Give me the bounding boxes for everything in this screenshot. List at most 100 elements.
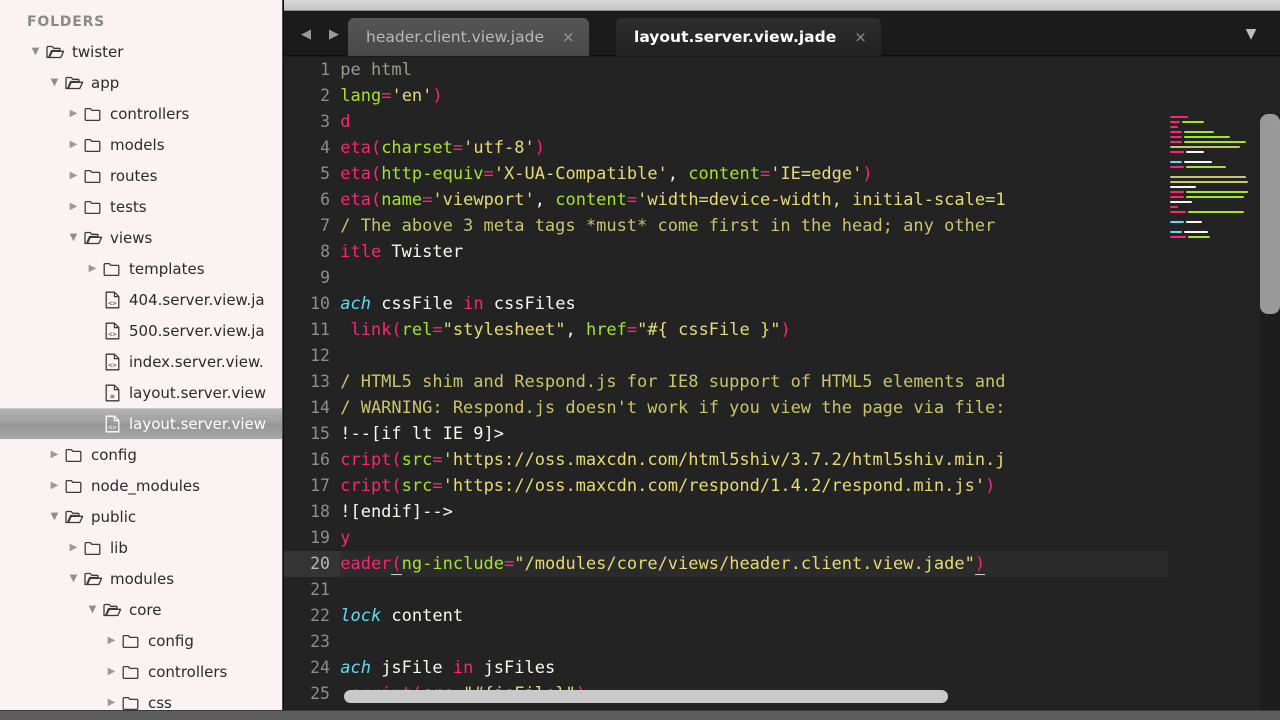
folder-open-icon <box>100 602 124 618</box>
tree-folder-row[interactable]: ▼ public <box>11 501 282 532</box>
sidebar-file-tree[interactable]: FOLDERS ▼ twister ▼ app ▶ controllers ▶ models ▶… <box>0 0 283 710</box>
code-token: = <box>432 320 443 340</box>
code-line[interactable]: (lang='en') <box>340 83 1280 109</box>
code-line[interactable]: <![endif]--> <box>340 499 1280 525</box>
code-line[interactable] <box>340 343 1280 369</box>
code-line[interactable]: script(src='https://oss.maxcdn.com/html5… <box>340 447 1280 473</box>
line-number: 17 <box>310 476 330 495</box>
tab-bar[interactable]: ◀ ▶ header.client.view.jade × layout.ser… <box>284 12 1280 56</box>
chevron-down-icon[interactable]: ▼ <box>66 573 81 584</box>
chevron-down-icon[interactable]: ▼ <box>85 604 100 615</box>
tree-file-row[interactable]: <> 500.server.view.ja <box>11 315 282 346</box>
tab-next-arrow-icon[interactable]: ▶ <box>329 28 339 41</box>
chevron-right-icon[interactable]: ▶ <box>66 542 81 553</box>
code-line[interactable] <box>340 265 1280 291</box>
code-line[interactable] <box>340 577 1280 603</box>
tree-folder-row[interactable]: ▼ app <box>11 67 282 98</box>
minimap-segment <box>1170 150 1184 153</box>
chevron-right-icon[interactable]: ▶ <box>104 635 119 646</box>
tree-folder-row[interactable]: ▼ core <box>11 594 282 625</box>
code-line[interactable]: each cssFile in cssFiles <box>340 291 1280 317</box>
tree-item-label: config <box>148 631 194 650</box>
code-token: in <box>463 294 484 314</box>
code-token: rel <box>401 320 433 340</box>
code-line[interactable]: ype html <box>340 57 1280 83</box>
code-line[interactable]: script(src='https://oss.maxcdn.com/respo… <box>340 473 1280 499</box>
tree-item-label: app <box>91 73 120 92</box>
tab-prev-arrow-icon[interactable]: ◀ <box>301 28 311 41</box>
folder-closed-icon <box>119 633 143 649</box>
code-line[interactable]: link(rel="stylesheet", href="#{ cssFile … <box>340 317 1280 343</box>
tab-layout-server-view-jade[interactable]: layout.server.view.jade × <box>616 18 881 56</box>
tree-folder-row[interactable]: ▼ views <box>11 222 282 253</box>
tree-folder-row[interactable]: ▶ controllers <box>11 98 282 129</box>
tree-folder-row[interactable]: ▶ models <box>11 129 282 160</box>
minimap-line <box>1168 234 1260 239</box>
code-token: , <box>565 320 586 340</box>
code-token: ) <box>780 320 791 340</box>
chevron-right-icon[interactable]: ▶ <box>47 449 62 460</box>
tree-folder-row[interactable]: ▶ lib <box>11 532 282 563</box>
file-code-icon: <> <box>100 353 124 371</box>
horizontal-scrollbar-thumb[interactable] <box>344 690 948 703</box>
code-line[interactable]: meta(name='viewport', content='width=dev… <box>340 187 1280 213</box>
code-line[interactable]: // HTML5 shim and Respond.js for IE8 sup… <box>340 369 1280 395</box>
tree-folder-row[interactable]: ▶ node_modules <box>11 470 282 501</box>
horizontal-scrollbar-track[interactable] <box>340 690 1168 703</box>
tree-folder-row[interactable]: ▶ config <box>11 439 282 470</box>
folder-tree-list[interactable]: ▼ twister ▼ app ▶ controllers ▶ models ▶ routes ▶ t… <box>0 36 282 711</box>
tree-file-row[interactable]: <> index.server.view. <box>11 346 282 377</box>
file-modified-icon: ≡ <box>100 384 124 402</box>
tab-navigation[interactable]: ◀ ▶ <box>292 12 348 56</box>
tab-header-client-view-jade[interactable]: header.client.view.jade × <box>348 18 589 56</box>
chevron-right-icon[interactable]: ▶ <box>104 666 119 677</box>
code-line[interactable]: <!--[if lt IE 9]> <box>340 421 1280 447</box>
code-content[interactable]: ype html(lang='en')admeta(charset='utf-8… <box>340 57 1280 710</box>
code-line[interactable]: meta(charset='utf-8') <box>340 135 1280 161</box>
code-line[interactable]: block content <box>340 603 1280 629</box>
file-code-icon: <> <box>100 415 124 433</box>
chevron-down-icon[interactable]: ▼ <box>47 511 62 522</box>
chevron-right-icon[interactable]: ▶ <box>66 201 81 212</box>
tree-folder-row[interactable]: ▶ controllers <box>11 656 282 687</box>
line-number: 15 <box>310 424 330 443</box>
chevron-right-icon[interactable]: ▶ <box>66 170 81 181</box>
minimap-viewport-handle[interactable] <box>1260 114 1280 314</box>
code-line[interactable]: each jsFile in jsFiles <box>340 655 1280 681</box>
tree-file-row[interactable]: <> 404.server.view.ja <box>11 284 282 315</box>
code-line[interactable]: ad <box>340 109 1280 135</box>
code-token: header <box>340 554 392 574</box>
tab-close-icon[interactable]: × <box>562 28 575 46</box>
tree-folder-row[interactable]: ▼ modules <box>11 563 282 594</box>
minimap[interactable] <box>1168 114 1260 710</box>
tree-folder-row[interactable]: ▶ css <box>11 687 282 711</box>
chevron-right-icon[interactable]: ▶ <box>66 139 81 150</box>
code-line[interactable]: header(ng-include="/modules/core/views/h… <box>340 551 1280 577</box>
code-line[interactable]: // WARNING: Respond.js doesn't work if y… <box>340 395 1280 421</box>
tree-folder-row[interactable]: ▶ config <box>11 625 282 656</box>
tree-folder-row[interactable]: ▼ twister <box>11 36 282 67</box>
chevron-down-icon[interactable]: ▼ <box>66 232 81 243</box>
tree-folder-row[interactable]: ▶ templates <box>11 253 282 284</box>
chevron-right-icon[interactable]: ▶ <box>47 480 62 491</box>
code-line[interactable]: dy <box>340 525 1280 551</box>
chevron-right-icon[interactable]: ▶ <box>104 697 119 708</box>
tab-list-dropdown-icon[interactable]: ▼ <box>1236 12 1266 56</box>
minimap-segment <box>1170 115 1188 118</box>
code-line[interactable]: // The above 3 meta tags *must* come fir… <box>340 213 1280 239</box>
code-line[interactable] <box>340 629 1280 655</box>
chevron-right-icon[interactable]: ▶ <box>85 263 100 274</box>
chevron-down-icon[interactable]: ▼ <box>47 77 62 88</box>
line-number: 7 <box>320 216 330 235</box>
tree-folder-row[interactable]: ▶ routes <box>11 160 282 191</box>
tree-file-row[interactable]: <> layout.server.view <box>0 408 282 439</box>
chevron-right-icon[interactable]: ▶ <box>66 108 81 119</box>
code-line[interactable]: title Twister <box>340 239 1280 265</box>
tree-folder-row[interactable]: ▶ tests <box>11 191 282 222</box>
code-editor-area[interactable]: 1 2 3 4 5 6 7 8 9 10 11 12 13 14 15 16 17 18 19 20 21 22 23 24 2… <box>284 57 1280 710</box>
tree-file-row[interactable]: ≡ layout.server.view <box>11 377 282 408</box>
chevron-down-icon[interactable]: ▼ <box>28 46 43 57</box>
code-token: 'utf-8' <box>463 138 535 158</box>
code-line[interactable]: meta(http-equiv='X-UA-Compatible', conte… <box>340 161 1280 187</box>
tab-close-icon[interactable]: × <box>854 28 867 46</box>
